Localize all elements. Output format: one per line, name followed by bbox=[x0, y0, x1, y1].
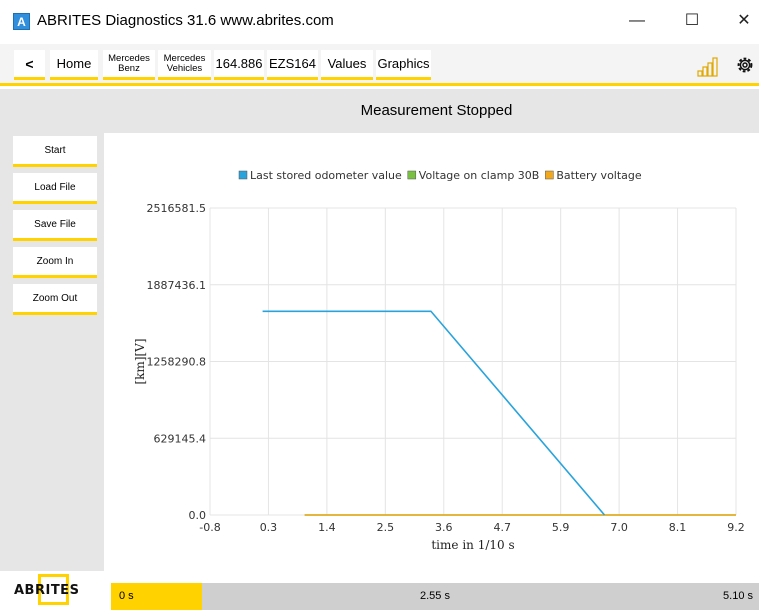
breadcrumb-label: Mercedes bbox=[163, 52, 206, 64]
x-tick-label: 8.1 bbox=[669, 521, 687, 534]
breadcrumb-module[interactable]: EZS164 bbox=[267, 50, 318, 80]
x-tick-label: 1.4 bbox=[318, 521, 336, 534]
y-tick-label: 1258290.8 bbox=[147, 356, 207, 369]
x-tick-label: -0.8 bbox=[199, 521, 220, 534]
x-tick-label: 2.5 bbox=[377, 521, 395, 534]
legend-entry: Battery voltage bbox=[556, 169, 642, 182]
breadcrumb-label: Benz bbox=[118, 62, 140, 74]
bottom-bar: ABRITES 0 s 2.55 s 5.10 s bbox=[0, 571, 759, 612]
legend-swatch bbox=[545, 170, 554, 180]
series-line bbox=[262, 310, 606, 516]
legend-swatch bbox=[407, 170, 417, 180]
legend-swatch bbox=[238, 170, 248, 180]
control-panel: Start Load File Save File Zoom In Zoom O… bbox=[0, 133, 104, 571]
title-bar: A ABRITES Diagnostics 31.6 www.abrites.c… bbox=[0, 0, 759, 43]
maximize-button[interactable]: ☐ bbox=[677, 8, 707, 34]
breadcrumb-label: Vehicles bbox=[166, 62, 203, 74]
breadcrumb-model[interactable]: 164.886 bbox=[214, 50, 264, 80]
breadcrumb-home[interactable]: Home bbox=[50, 50, 98, 80]
y-axis-label: [km][V] bbox=[133, 338, 147, 384]
y-tick-label: 2516581.5 bbox=[147, 202, 207, 215]
timeline-end-label: 5.10 s bbox=[723, 590, 753, 602]
timeline-start-label: 0 s bbox=[119, 590, 134, 602]
breadcrumb-mercedes-benz[interactable]: Mercedes Benz bbox=[103, 50, 155, 80]
y-tick-label: 1887436.1 bbox=[147, 279, 207, 292]
logo-text: ABRITES bbox=[14, 583, 80, 598]
y-tick-label: 629145.4 bbox=[154, 432, 207, 445]
breadcrumb-mercedes-vehicles[interactable]: Mercedes Vehicles bbox=[158, 50, 211, 80]
timeline-mid-label: 2.55 s bbox=[420, 590, 450, 602]
zoom-out-button[interactable]: Zoom Out bbox=[13, 284, 97, 315]
signal-bars-icon bbox=[697, 57, 718, 77]
gear-icon[interactable] bbox=[734, 54, 756, 76]
breadcrumb-values[interactable]: Values bbox=[321, 50, 373, 80]
breadcrumb: < Home Mercedes Benz Mercedes Vehicles 1… bbox=[0, 44, 759, 86]
x-axis-label: time in 1/10 s bbox=[431, 538, 514, 552]
save-file-button[interactable]: Save File bbox=[13, 210, 97, 241]
app-icon: A bbox=[13, 13, 30, 30]
x-tick-label: 5.9 bbox=[552, 521, 570, 534]
start-button[interactable]: Start bbox=[13, 136, 97, 167]
line-chart: -0.8 0.3 1.4 2.5 3.6 4.7 5.9 7.0 8.1 9.2 0.0 629145… bbox=[133, 169, 745, 552]
x-tick-label: 3.6 bbox=[435, 521, 453, 534]
x-tick-label: 7.0 bbox=[610, 521, 628, 534]
x-tick-label: 4.7 bbox=[493, 521, 511, 534]
load-file-button[interactable]: Load File bbox=[13, 173, 97, 204]
timeline-slider[interactable]: 0 s 2.55 s 5.10 s bbox=[111, 583, 759, 610]
legend-entry: Last stored odometer value bbox=[250, 169, 402, 182]
abrites-logo: ABRITES bbox=[14, 574, 100, 605]
breadcrumb-label: Mercedes bbox=[108, 52, 150, 64]
breadcrumb-graphics[interactable]: Graphics bbox=[376, 50, 431, 80]
minimize-button[interactable]: — bbox=[622, 8, 652, 34]
legend-entry: Voltage on clamp 30B bbox=[419, 169, 540, 182]
x-tick-label: 0.3 bbox=[260, 521, 278, 534]
x-tick-label: 9.2 bbox=[727, 521, 745, 534]
back-button[interactable]: < bbox=[14, 50, 45, 80]
zoom-in-button[interactable]: Zoom In bbox=[13, 247, 97, 278]
close-button[interactable]: ✕ bbox=[729, 8, 759, 34]
status-header: Measurement Stopped bbox=[0, 89, 759, 133]
chart-area: -0.8 0.3 1.4 2.5 3.6 4.7 5.9 7.0 8.1 9.2 0.0 629145… bbox=[104, 133, 759, 571]
measurement-status: Measurement Stopped bbox=[360, 102, 513, 119]
window-title: ABRITES Diagnostics 31.6 www.abrites.com bbox=[37, 12, 334, 29]
y-tick-label: 0.0 bbox=[189, 509, 207, 522]
